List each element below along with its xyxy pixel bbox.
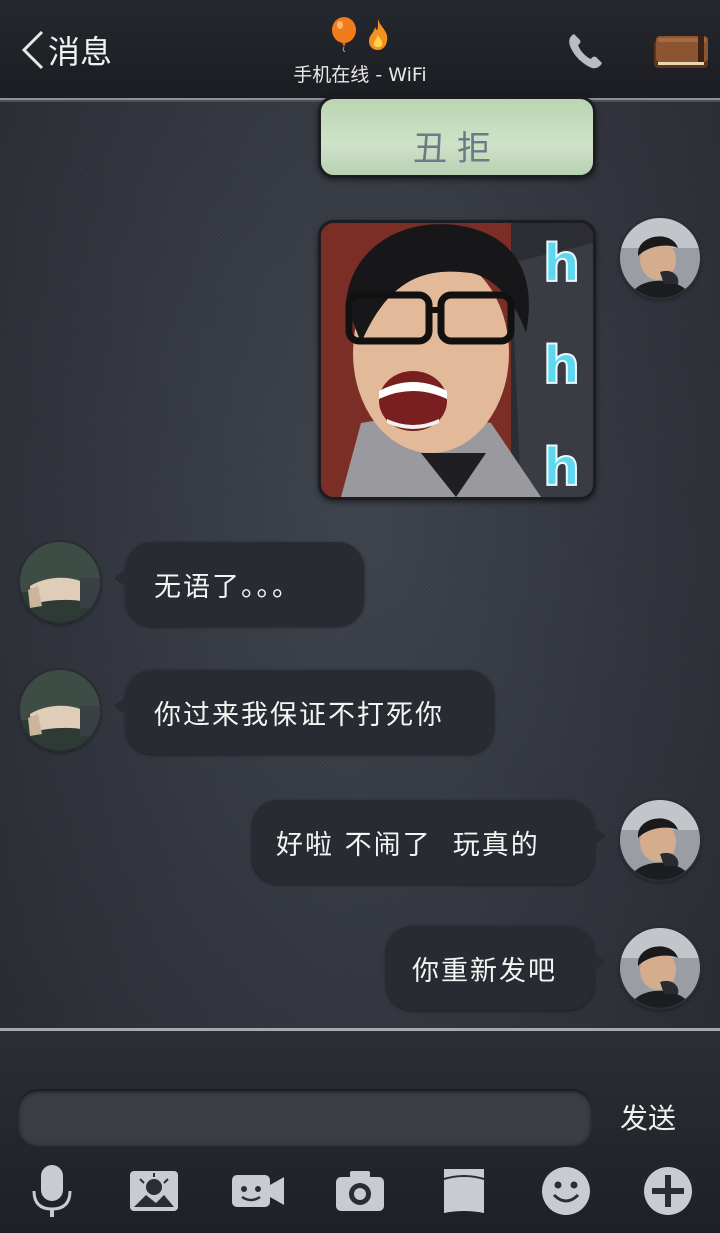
contact-status: 手机在线 - WiFi [260, 14, 460, 87]
svg-text:h: h [543, 234, 580, 294]
video-button[interactable] [230, 1163, 286, 1219]
contact-avatar[interactable] [20, 670, 100, 750]
laughing-man-image: h h h [321, 223, 593, 497]
top-bar: 消息 手机在线 - WiFi [0, 0, 720, 100]
svg-text:h: h [543, 438, 580, 497]
my-avatar[interactable] [620, 928, 700, 1008]
message-bubble[interactable]: 好啦 不闹了 玩真的 [252, 800, 606, 884]
message-bubble[interactable]: 你过来我保证不打死你 [114, 670, 494, 754]
message-input[interactable] [18, 1089, 592, 1145]
back-label: 消息 [48, 33, 113, 71]
send-button[interactable]: 发送 [620, 1097, 676, 1137]
phone-icon[interactable] [566, 30, 604, 70]
voice-button[interactable] [24, 1163, 80, 1219]
image-icon [130, 1171, 178, 1211]
message-text: 你重新发吧 [412, 955, 557, 987]
flame-icon [369, 19, 388, 50]
microphone-icon [32, 1165, 72, 1217]
online-status: 手机在线 - WiFi [293, 64, 427, 86]
emoji-icon [542, 1167, 590, 1215]
more-button[interactable] [640, 1163, 696, 1219]
composer-bar: 发送 [0, 1028, 720, 1233]
chevron-left-icon [21, 30, 44, 70]
folder-icon [443, 1169, 485, 1213]
image-message[interactable]: h h h [318, 220, 596, 500]
message-text: 无语了。。。 [154, 571, 301, 603]
my-avatar[interactable] [620, 800, 700, 880]
emoji-button[interactable] [538, 1163, 594, 1219]
file-button[interactable] [436, 1163, 492, 1219]
balloon-icon [332, 17, 356, 52]
back-button[interactable]: 消息 [20, 28, 112, 72]
camera-button[interactable] [332, 1163, 388, 1219]
message-text: 你过来我保证不打死你 [154, 699, 444, 731]
book-icon[interactable] [650, 26, 712, 74]
contact-avatar[interactable] [20, 542, 100, 622]
message-text: 好啦 不闹了 玩真的 [276, 829, 540, 861]
image-caption: 丑拒 [413, 129, 501, 169]
my-avatar[interactable] [620, 218, 700, 298]
photo-button[interactable] [126, 1163, 182, 1219]
video-icon [232, 1175, 284, 1207]
svg-text:h: h [543, 336, 580, 396]
camera-icon [336, 1171, 384, 1211]
message-bubble[interactable]: 你重新发吧 [386, 926, 606, 1010]
image-message[interactable]: 丑拒 [318, 96, 596, 178]
plus-icon [644, 1167, 692, 1215]
message-bubble[interactable]: 无语了。。。 [114, 542, 364, 626]
